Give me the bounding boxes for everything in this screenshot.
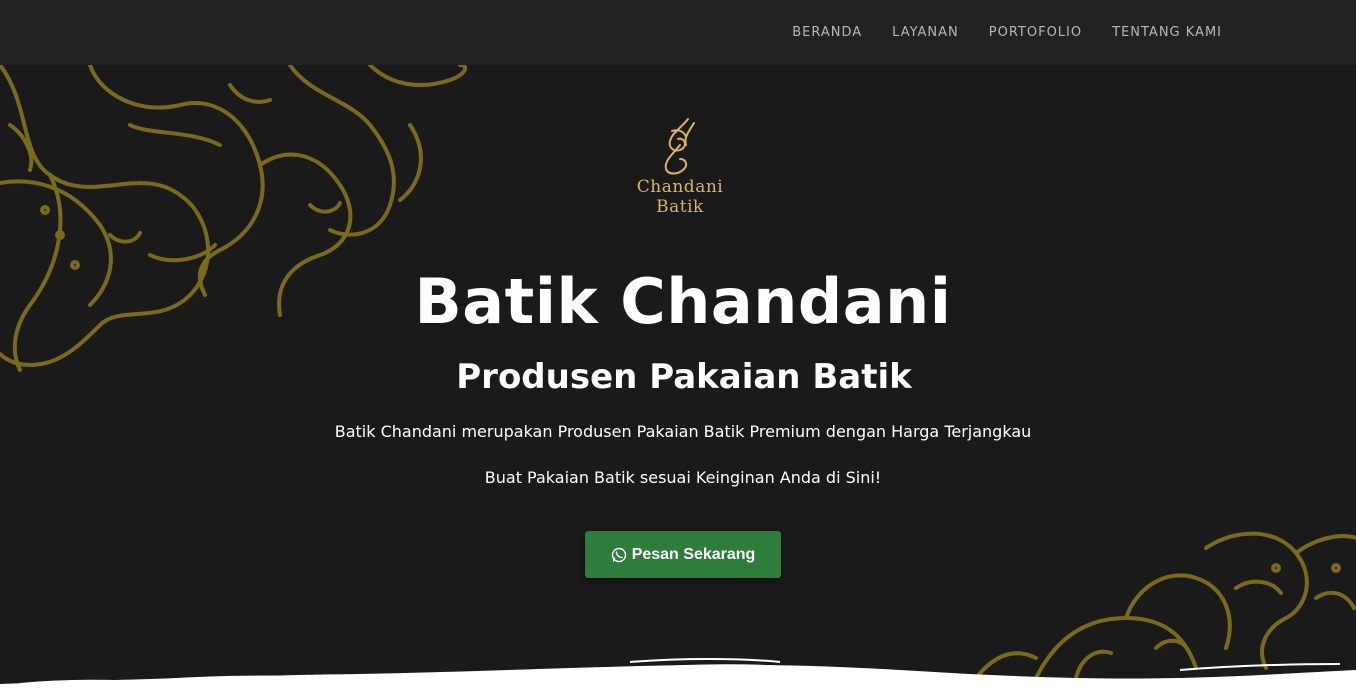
order-now-label: Pesan Sekarang [631, 545, 756, 563]
hero-title: Batik Chandani [414, 265, 952, 338]
hero-description-2: Buat Pakaian Batik sesuai Keinginan Anda… [484, 468, 882, 487]
whatsapp-icon [611, 547, 626, 562]
nav-portofolio[interactable]: PORTOFOLIO [989, 25, 1082, 40]
nav-beranda[interactable]: BERANDA [792, 25, 862, 40]
hero-description-1: Batik Chandani merupakan Produsen Pakaia… [334, 422, 1032, 441]
order-now-button[interactable]: Pesan Sekarang [585, 531, 781, 578]
brush-stroke-divider [0, 658, 1356, 698]
nav-layanan[interactable]: LAYANAN [892, 25, 959, 40]
hero-subtitle: Produsen Pakaian Batik [456, 357, 912, 397]
logo-emblem-icon [664, 118, 695, 175]
nav-tentang-kami[interactable]: TENTANG KAMI [1112, 25, 1222, 40]
logo-line-1: Chandani [636, 177, 724, 197]
logo-line-2: Batik [656, 197, 704, 217]
hero-section: Chandani Batik Batik Chandani Produsen P… [0, 65, 1356, 698]
top-navbar: BERANDA LAYANAN PORTOFOLIO TENTANG KAMI [0, 0, 1356, 65]
brand-logo[interactable]: Chandani Batik [630, 115, 730, 233]
